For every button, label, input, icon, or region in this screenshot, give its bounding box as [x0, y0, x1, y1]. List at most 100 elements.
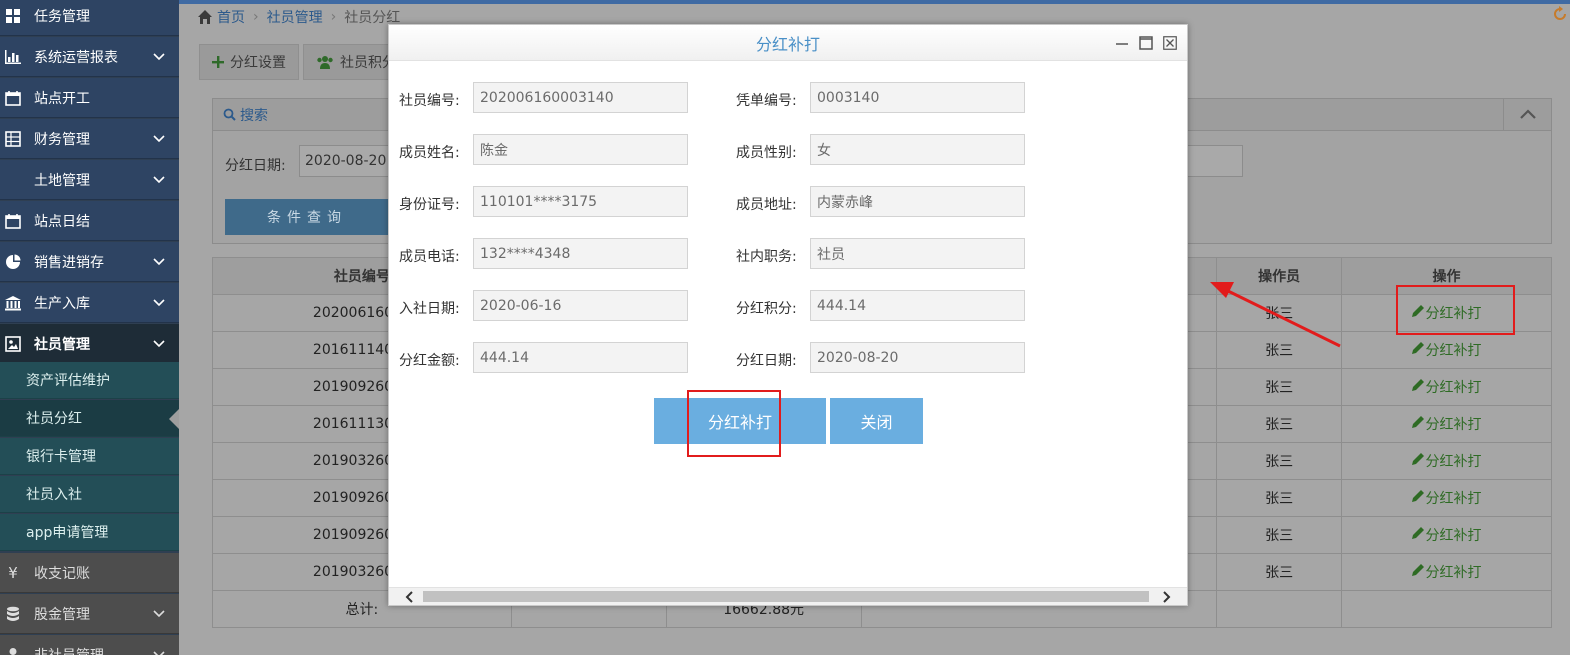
sidebar-item-label: 收支记账: [34, 565, 90, 582]
points-field[interactable]: [810, 290, 1025, 321]
form-row: 入社日期: 分红积分:: [389, 290, 1189, 322]
cell-operator: 张三: [1216, 405, 1343, 443]
sidebar-subitem-label: 社员分红: [26, 411, 82, 427]
sidebar-subitem-label: 资产评估维护: [26, 373, 110, 389]
minimize-icon[interactable]: [1113, 34, 1131, 52]
sidebar-subitem-bank-card[interactable]: 银行卡管理: [0, 438, 179, 475]
join-date-field[interactable]: [473, 290, 688, 321]
sidebar-item-label: 生产入库: [34, 295, 90, 312]
close-icon[interactable]: [1161, 34, 1179, 52]
tab-dividend-settings[interactable]: 分红设置: [199, 44, 299, 80]
sidebar-subitem-asset-eval[interactable]: 资产评估维护: [0, 362, 179, 399]
scroll-right-icon[interactable]: [1157, 588, 1177, 605]
sidebar-item-site-start[interactable]: 站点开工: [0, 78, 179, 118]
sidebar-item-tasks[interactable]: 任务管理: [0, 0, 179, 36]
id-card-field[interactable]: [473, 186, 688, 217]
sidebar-item-label: 任务管理: [34, 8, 90, 25]
scroll-left-icon[interactable]: [399, 588, 419, 605]
cell-action[interactable]: 分红补打: [1341, 553, 1552, 591]
horizontal-scrollbar[interactable]: [389, 587, 1187, 605]
sidebar-item-non-members[interactable]: 非社员管理: [0, 635, 179, 655]
tab-bar: 分红设置 社员积分: [199, 44, 413, 80]
points-label: 分红积分:: [736, 301, 797, 317]
pencil-icon: [1411, 490, 1424, 506]
sidebar-subitem-label: app申请管理: [26, 525, 109, 541]
sidebar-item-members[interactable]: 社员管理: [0, 324, 179, 364]
chevron-down-icon: [149, 257, 169, 266]
reprint-link[interactable]: 分红补打: [1426, 414, 1482, 434]
annotation-arrow: [1210, 282, 1341, 348]
cell-action[interactable]: 分红补打: [1341, 479, 1552, 517]
cell-action[interactable]: 分红补打: [1341, 405, 1552, 443]
reprint-link[interactable]: 分红补打: [1426, 377, 1482, 397]
breadcrumb-separator: ›: [253, 9, 259, 25]
form-row: 成员姓名: 成员性别:: [389, 134, 1189, 166]
sidebar-item-finance[interactable]: 财务管理: [0, 119, 179, 159]
pencil-icon: [1411, 342, 1424, 358]
name-field[interactable]: [473, 134, 688, 165]
calendar-icon: [2, 212, 24, 230]
cell-action[interactable]: 分红补打: [1341, 516, 1552, 554]
cell-action[interactable]: 分红补打: [1341, 331, 1552, 369]
reprint-link[interactable]: 分红补打: [1426, 340, 1482, 360]
voucher-no-field[interactable]: [810, 82, 1025, 113]
chevron-down-icon: [149, 134, 169, 143]
reprint-link[interactable]: 分红补打: [1426, 451, 1482, 471]
amount-field[interactable]: [473, 342, 688, 373]
sidebar-subitem-label: 社员入社: [26, 487, 82, 503]
chevron-down-icon: [149, 298, 169, 307]
reprint-link[interactable]: 分红补打: [1426, 488, 1482, 508]
gender-label: 成员性别:: [736, 145, 797, 161]
sidebar-subitem-label: 银行卡管理: [26, 449, 96, 465]
dialog-title-bar: 分红补打: [389, 25, 1187, 61]
cell-action[interactable]: 分红补打: [1341, 368, 1552, 406]
reprint-link[interactable]: 分红补打: [1426, 525, 1482, 545]
maximize-icon[interactable]: [1137, 34, 1155, 52]
sidebar-item-label: 股金管理: [34, 606, 90, 623]
cell-operator: 张三: [1216, 442, 1343, 480]
tab-label: 分红设置: [230, 55, 286, 71]
sidebar-item-land[interactable]: 土地管理: [0, 160, 179, 200]
sidebar-item-shares[interactable]: 股金管理: [0, 594, 179, 634]
sidebar-item-label: 销售进销存: [34, 254, 104, 271]
reprint-link[interactable]: 分红补打: [1426, 562, 1482, 582]
refresh-icon[interactable]: [1552, 6, 1568, 22]
member-no-field[interactable]: [473, 82, 688, 113]
pencil-icon: [1411, 564, 1424, 580]
calendar-icon: [2, 89, 24, 107]
table-icon: [2, 130, 24, 148]
gender-field[interactable]: [810, 134, 1025, 165]
member-no-label: 社员编号:: [399, 93, 460, 109]
sidebar-item-reports[interactable]: 系统运营报表: [0, 37, 179, 77]
bank-icon: [2, 294, 24, 312]
duty-field[interactable]: [810, 238, 1025, 269]
sidebar-subitem-member-dividend[interactable]: 社员分红: [0, 400, 179, 437]
pencil-icon: [1411, 527, 1424, 543]
phone-field[interactable]: [473, 238, 688, 269]
cell-operator: 张三: [1216, 368, 1343, 406]
pencil-icon: [1411, 416, 1424, 432]
cell-operator: 张三: [1216, 516, 1343, 554]
grid-icon: [2, 7, 24, 25]
dividend-date-field[interactable]: [810, 342, 1025, 373]
sidebar-subitem-app-application[interactable]: app申请管理: [0, 514, 179, 551]
breadcrumb-level1[interactable]: 社员管理: [267, 7, 323, 27]
database-icon: [2, 605, 24, 623]
form-row: 成员电话: 社内职务:: [389, 238, 1189, 270]
bar-chart-icon: [2, 48, 24, 66]
sidebar-item-daily-close[interactable]: 站点日结: [0, 201, 179, 241]
sidebar-item-sales[interactable]: 销售进销存: [0, 242, 179, 282]
cell-action[interactable]: 分红补打: [1341, 442, 1552, 480]
sidebar-item-production[interactable]: 生产入库: [0, 283, 179, 323]
close-button[interactable]: 关闭: [830, 398, 923, 444]
query-button[interactable]: 条件查询: [225, 199, 389, 235]
breadcrumb-home[interactable]: 首页: [217, 7, 245, 27]
date-label: 分红日期:: [225, 158, 286, 174]
collapse-button[interactable]: [1503, 99, 1551, 131]
address-field[interactable]: [810, 186, 1025, 217]
sidebar-item-label: 土地管理: [34, 172, 90, 189]
sidebar-item-label: 站点日结: [34, 213, 90, 230]
scrollbar-thumb[interactable]: [423, 591, 1149, 602]
sidebar-subitem-member-join[interactable]: 社员入社: [0, 476, 179, 513]
sidebar-item-ledger[interactable]: ¥ 收支记账: [0, 553, 179, 593]
